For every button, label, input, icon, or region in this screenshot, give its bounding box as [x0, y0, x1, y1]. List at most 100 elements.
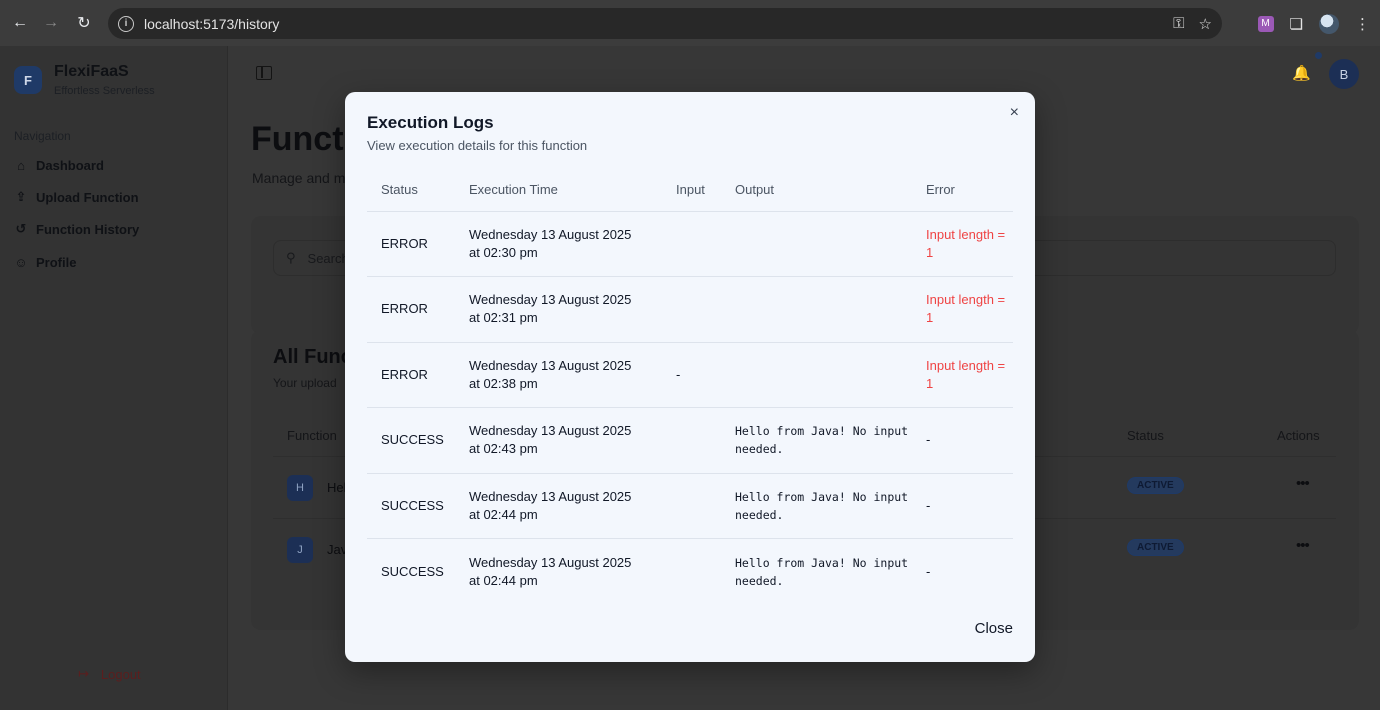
log-error: -	[912, 473, 1013, 539]
logout-label: Logout	[100, 666, 141, 682]
execution-logs-dialog: × Execution Logs View execution details …	[345, 92, 1035, 662]
status-badge: ACTIVE	[1127, 477, 1184, 494]
sidebar-item-upload[interactable]: ⇪ Upload Function	[14, 186, 139, 208]
address-bar[interactable]: i localhost:5173/history ⚿ ☆	[108, 8, 1222, 39]
column-header-output: Output	[721, 168, 912, 212]
log-time: Wednesday 13 August 2025 at 02:31 pm	[455, 276, 662, 343]
extensions-puzzle-icon[interactable]: ❏	[1290, 15, 1303, 33]
back-icon[interactable]: ←	[4, 7, 36, 39]
nav-section-label: Navigation	[14, 129, 71, 143]
table-row: ERROR Wednesday 13 August 2025 at 02:38 p…	[367, 342, 1013, 408]
column-header-actions: Actions	[1277, 428, 1320, 443]
history-icon: ↺	[15, 221, 27, 236]
url-text: localhost:5173/history	[144, 15, 280, 32]
dialog-subtitle: View execution details for this function	[367, 138, 588, 153]
log-time: Wednesday 13 August 2025 at 02:44 pm	[469, 554, 632, 588]
log-error: -	[926, 563, 931, 579]
log-output	[721, 342, 912, 408]
upload-icon: ⇪	[15, 189, 27, 204]
table-row: SUCCESS Wednesday 13 August 2025 at 02:44…	[367, 539, 1013, 605]
menu-kebab-icon[interactable]: ⋮	[1355, 15, 1370, 33]
log-error: Input length = 1	[912, 342, 1013, 408]
log-output	[721, 211, 912, 277]
logout-button[interactable]: ↦ Logout	[78, 666, 141, 682]
search-placeholder: Search	[307, 250, 349, 266]
log-status: ERROR	[367, 276, 455, 343]
list-title: All Func	[273, 346, 352, 368]
sidebar-item-label: Function History	[36, 221, 140, 237]
brand-title: FlexiFaaS	[54, 63, 129, 80]
column-header-function: Function	[287, 428, 337, 443]
sidebar-item-label: Upload Function	[36, 189, 139, 205]
log-output	[721, 276, 912, 343]
table-row: ERROR Wednesday 13 August 2025 at 02:30 p…	[367, 211, 1013, 277]
sidebar-item-label: Dashboard	[36, 157, 104, 173]
close-button[interactable]: Close	[975, 620, 1013, 637]
dialog-title: Execution Logs	[367, 113, 494, 132]
log-input	[662, 407, 721, 474]
status-badge: ACTIVE	[1127, 539, 1184, 556]
extension-m-icon[interactable]: M	[1257, 15, 1274, 32]
log-error: Input length = 1	[912, 276, 1013, 343]
log-input	[662, 539, 721, 605]
list-subtitle: Your upload	[273, 376, 337, 390]
log-status: ERROR	[367, 342, 455, 408]
bell-icon[interactable]: 🔔	[1292, 64, 1311, 82]
more-actions-icon[interactable]: •••	[1296, 537, 1310, 554]
sidebar-item-label: Profile	[36, 254, 77, 270]
log-time: Wednesday 13 August 2025 at 02:44 pm	[455, 473, 662, 539]
function-avatar: H	[287, 475, 313, 501]
profile-avatar-icon[interactable]	[1319, 13, 1339, 34]
page-subtitle: Manage and m	[252, 170, 346, 186]
sidebar-toggle-icon[interactable]	[256, 66, 272, 80]
column-header-input: Input	[662, 168, 721, 212]
log-time: Wednesday 13 August 2025 at 02:43 pm	[455, 407, 662, 474]
log-status: ERROR	[367, 211, 455, 277]
function-avatar: J	[287, 537, 313, 563]
column-header-status: Status	[1127, 428, 1164, 443]
table-header-row: Status Execution Time Input Output Error	[367, 168, 1013, 212]
table-row: ERROR Wednesday 13 August 2025 at 02:31 p…	[367, 276, 1013, 343]
log-input	[662, 211, 721, 277]
log-input	[662, 276, 721, 343]
table-row: SUCCESS Wednesday 13 August 2025 at 02:44…	[367, 473, 1013, 539]
log-error: Input length = 1	[912, 211, 1013, 277]
log-input: -	[662, 342, 721, 408]
log-status: SUCCESS	[367, 407, 455, 474]
column-header-status: Status	[367, 168, 455, 212]
column-header-error: Error	[912, 168, 1013, 212]
sidebar-item-dashboard[interactable]: ⌂ Dashboard	[14, 154, 104, 176]
user-icon: ☺	[14, 254, 28, 270]
bookmark-star-icon[interactable]: ☆	[1199, 15, 1212, 33]
notification-dot	[1315, 52, 1322, 59]
log-status: SUCCESS	[381, 563, 444, 579]
page-title: Functi	[251, 120, 353, 158]
brand-subtitle: Effortless Serverless	[54, 85, 155, 97]
search-icon: ⚲	[286, 250, 296, 265]
close-icon[interactable]: ×	[1010, 104, 1019, 122]
reload-icon[interactable]: ↻	[68, 7, 100, 39]
brand-logo: F	[14, 66, 42, 94]
log-output: Hello from Java! No input needed.	[721, 407, 912, 474]
log-output: Hello from Java! No input needed.	[721, 473, 912, 539]
site-info-icon[interactable]: i	[118, 15, 134, 32]
table-row: SUCCESS Wednesday 13 August 2025 at 02:43…	[367, 407, 1013, 474]
key-icon[interactable]: ⚿	[1173, 15, 1184, 32]
more-actions-icon[interactable]: •••	[1296, 475, 1310, 492]
browser-toolbar: ← → ↻ i localhost:5173/history ⚿ ☆ M ❏ ⋮	[0, 0, 1380, 46]
log-output: Hello from Java! No input needed.	[735, 555, 909, 588]
home-icon: ⌂	[17, 157, 25, 173]
log-status: SUCCESS	[367, 473, 455, 539]
log-error: -	[912, 407, 1013, 474]
function-name: Hel	[327, 480, 347, 495]
log-time: Wednesday 13 August 2025 at 02:30 pm	[455, 211, 662, 277]
user-avatar[interactable]: B	[1329, 59, 1359, 89]
forward-icon[interactable]: →	[35, 7, 67, 39]
sidebar: F FlexiFaaS Effortless Serverless Naviga…	[0, 46, 228, 710]
column-header-execution-time: Execution Time	[455, 168, 662, 212]
sidebar-item-history[interactable]: ↺ Function History	[14, 218, 140, 240]
logout-icon: ↦	[78, 666, 89, 681]
execution-logs-table: Status Execution Time Input Output Error…	[367, 168, 1013, 604]
sidebar-item-profile[interactable]: ☺ Profile	[14, 251, 76, 273]
log-input	[662, 473, 721, 539]
